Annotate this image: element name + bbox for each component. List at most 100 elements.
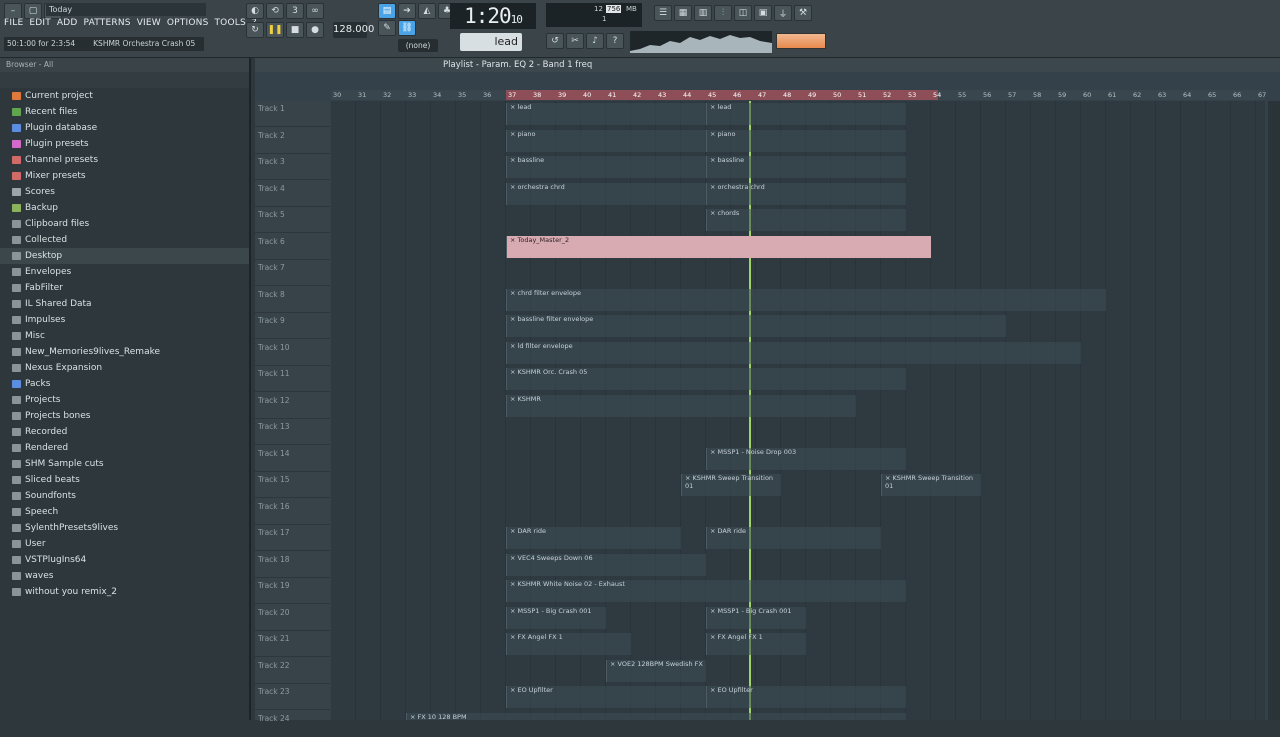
browser-item[interactable]: Backup [0, 200, 249, 216]
metronome-icon[interactable]: ◭ [418, 3, 436, 19]
browser-item[interactable]: Channel presets [0, 152, 249, 168]
track-header[interactable]: Track 8 [255, 287, 330, 313]
playlist-clip[interactable]: × VOE2 128BPM Swedish FX [606, 659, 706, 682]
menu-view[interactable]: VIEW [137, 18, 161, 28]
track-header[interactable]: Track 11 [255, 366, 330, 392]
playlist-clip[interactable]: × EO Upfilter [706, 686, 906, 708]
track-header[interactable]: Track 3 [255, 154, 330, 180]
track-header[interactable]: Track 6 [255, 234, 330, 260]
playlist-clip[interactable]: × MSSP1 - Big Crash 001 [506, 606, 606, 629]
track-header[interactable]: Track 21 [255, 631, 330, 657]
track-header[interactable]: Track 24 [255, 711, 330, 737]
browser-item[interactable]: VSTPlugIns64 [0, 552, 249, 568]
browser-item[interactable]: Packs [0, 376, 249, 392]
browser-item[interactable]: Soundfonts [0, 488, 249, 504]
browser-item[interactable]: Projects [0, 392, 249, 408]
browser-item[interactable]: Current project [0, 88, 249, 104]
help-icon[interactable]: ? [606, 33, 624, 49]
browser-item[interactable]: Projects bones [0, 408, 249, 424]
playlist-grid[interactable]: × lead × lead × piano × piano × bassline × ba… [331, 101, 1265, 720]
playlist-clip[interactable]: × piano [506, 129, 706, 152]
track-header[interactable]: Track 14 [255, 446, 330, 472]
playlist-clip[interactable]: × bassline filter envelope [506, 315, 1006, 337]
stop-icon[interactable]: ■ [286, 22, 304, 38]
playlist-clip[interactable]: × ld filter envelope [506, 341, 1081, 364]
pencil-icon[interactable]: ✎ [378, 20, 396, 36]
refresh-icon[interactable]: ↺ [546, 33, 564, 49]
loop-icon[interactable]: ∞ [306, 3, 324, 19]
track-header[interactable]: Track 2 [255, 128, 330, 154]
plugin-icon[interactable]: ◫ [734, 5, 752, 21]
pattern-selector[interactable]: lead [460, 33, 522, 51]
menu-file[interactable]: FILE [4, 18, 23, 28]
loop-region[interactable] [506, 90, 938, 100]
menu-edit[interactable]: EDIT [29, 18, 51, 28]
selector-none[interactable]: (none) [398, 39, 438, 52]
browser-item[interactable]: Misc [0, 328, 249, 344]
mixer-icon[interactable]: ⫶ [714, 5, 732, 21]
track-header[interactable]: Track 10 [255, 340, 330, 366]
browser-item[interactable]: Rendered [0, 440, 249, 456]
track-header[interactable]: Track 5 [255, 207, 330, 233]
playlist-clip[interactable]: × VEC4 Sweeps Down 06 [506, 553, 706, 576]
playlist-clip[interactable]: × piano [706, 129, 906, 152]
browser-item[interactable]: SHM Sample cuts [0, 456, 249, 472]
browser-item[interactable]: Recent files [0, 104, 249, 120]
playlist-clip[interactable]: × DAR ride [706, 527, 881, 549]
snap-icon[interactable]: ▤ [378, 3, 396, 19]
playlist-clip[interactable]: × FX Angel FX 1 [706, 633, 806, 655]
mic-icon[interactable]: ♪ [586, 33, 604, 49]
playlist-clip[interactable]: × lead [706, 103, 906, 125]
vertical-scrollbar[interactable] [1268, 101, 1280, 720]
browser-item[interactable]: New_Memories9lives_Remake [0, 344, 249, 360]
link-icon[interactable]: ⛓ [398, 20, 416, 36]
playlist-clip[interactable]: × KSHMR Sweep Transition 01 [681, 474, 781, 496]
browser-item[interactable]: Collected [0, 232, 249, 248]
track-header[interactable]: Track 20 [255, 605, 330, 631]
tempo-display[interactable]: 128.000 [333, 22, 374, 38]
browser-item[interactable]: Envelopes [0, 264, 249, 280]
browser-item[interactable]: Desktop [0, 248, 249, 264]
record-icon[interactable]: ● [306, 22, 324, 38]
track-header[interactable]: Track 19 [255, 578, 330, 604]
scissors-icon[interactable]: ✂ [566, 33, 584, 49]
track-header[interactable]: Track 13 [255, 419, 330, 445]
playlist-clip[interactable]: × Today_Master_2 [506, 235, 931, 258]
playlist-clip[interactable]: × MSSP1 - Big Crash 001 [706, 606, 806, 629]
menu-options[interactable]: OPTIONS [167, 18, 209, 28]
browser-item[interactable]: Plugin database [0, 120, 249, 136]
arrow-icon[interactable]: ➔ [398, 3, 416, 19]
playlist-clip[interactable]: × KSHMR Orc. Crash 05 [506, 368, 906, 390]
playlist-clip[interactable]: × orchestra chrd [706, 182, 906, 205]
song-loop-icon[interactable]: ↻ [246, 22, 264, 38]
playlist-clip[interactable]: × lead [506, 103, 706, 125]
minimize-icon[interactable]: – [4, 3, 22, 19]
timeline-ruler[interactable]: 30 31 32 33 34 35 36 37 38 39 40 41 42 43 44 45 46 47 48 49… [331, 90, 1266, 100]
pause-icon[interactable]: ❚❚ [266, 22, 284, 38]
piano-roll-icon[interactable]: ▥ [694, 5, 712, 21]
track-header[interactable]: Track 22 [255, 658, 330, 684]
track-header[interactable]: Track 7 [255, 260, 330, 286]
pattern-mode-icon[interactable]: ◐ [246, 3, 264, 19]
song-time[interactable]: 1:2010 [450, 3, 536, 29]
track-header[interactable]: Track 9 [255, 313, 330, 339]
playlist-icon[interactable]: ☰ [654, 5, 672, 21]
track-header[interactable]: Track 4 [255, 181, 330, 207]
playlist-clip[interactable]: × DAR ride [506, 527, 681, 549]
browser-item[interactable]: waves [0, 568, 249, 584]
browser-item[interactable]: SylenthPresets9lives [0, 520, 249, 536]
browser-item[interactable]: Plugin presets [0, 136, 249, 152]
menu-tools[interactable]: TOOLS [214, 18, 245, 28]
playlist-clip[interactable]: × FX 10 128 BPM [406, 712, 906, 720]
track-header[interactable]: Track 17 [255, 525, 330, 551]
browser-item[interactable]: without you remix_2 [0, 584, 249, 600]
channel-rack-icon[interactable]: ▦ [674, 5, 692, 21]
menu-patterns[interactable]: PATTERNS [84, 18, 131, 28]
tools-icon[interactable]: ⚒ [794, 5, 812, 21]
browser-item[interactable]: Sliced beats [0, 472, 249, 488]
plug-icon[interactable]: ⏚ [774, 5, 792, 21]
browser-item[interactable]: Clipboard files [0, 216, 249, 232]
playlist-clip[interactable]: × MSSP1 - Noise Drop 003 [706, 447, 906, 470]
browser-item[interactable]: User [0, 536, 249, 552]
playlist-clip[interactable]: × bassline [706, 156, 906, 178]
